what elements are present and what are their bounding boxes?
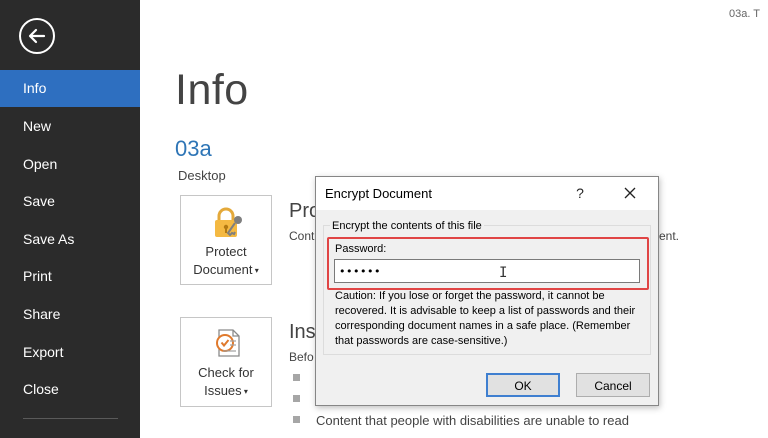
document-title: 03a. T <box>729 8 760 20</box>
back-button[interactable] <box>19 18 55 54</box>
encrypt-document-dialog: Encrypt Document ? Encrypt the contents … <box>315 176 659 406</box>
sidebar-divider <box>23 418 118 419</box>
caution-text: Caution: If you lose or forget the passw… <box>335 290 636 347</box>
bullet-icon <box>293 374 300 381</box>
check-for-issues-button[interactable]: Check for Issues ▾ <box>180 317 272 407</box>
protect-document-label-line1: Protect <box>205 244 247 259</box>
nav-item-info[interactable]: Info <box>0 70 140 107</box>
protect-document-button[interactable]: Protect Document ▾ <box>180 195 272 285</box>
protect-document-label-line2: Document <box>193 262 253 277</box>
inspect-bullet-text: Content that people with disabilities ar… <box>316 413 629 428</box>
page-title: Info <box>175 66 249 114</box>
protect-section-desc-tail: ent. <box>659 229 680 243</box>
cancel-button[interactable]: Cancel <box>576 373 650 397</box>
bullet-icon <box>293 395 300 402</box>
password-highlight-box <box>327 237 649 290</box>
lock-key-icon <box>215 207 242 237</box>
encrypt-group-label: Encrypt the contents of this file <box>330 220 484 232</box>
nav-item-save-as[interactable]: Save As <box>0 221 140 258</box>
close-button[interactable] <box>619 182 641 204</box>
dialog-title: Encrypt Document <box>325 186 432 201</box>
inspect-section-title: Ins <box>289 321 316 343</box>
dialog-titlebar: Encrypt Document ? <box>316 177 658 210</box>
close-icon <box>624 187 636 199</box>
check-for-issues-label-line2-wrap: Issues ▾ <box>181 382 271 400</box>
check-for-issues-label-line2: Issues <box>204 383 242 398</box>
nav-item-print[interactable]: Print <box>0 258 140 295</box>
back-arrow-icon <box>28 28 46 44</box>
backstage-sidebar: Info New Open Save Save As Print Share E… <box>0 0 140 438</box>
dropdown-caret-icon: ▾ <box>252 266 259 276</box>
nav-item-export[interactable]: Export <box>0 334 140 371</box>
protect-section-desc: Cont <box>289 229 315 243</box>
bullet-icon <box>293 416 300 423</box>
inspect-section-desc: Befo <box>289 350 314 364</box>
nav-item-share[interactable]: Share <box>0 296 140 333</box>
dropdown-caret-icon: ▾ <box>241 387 248 397</box>
ok-button[interactable]: OK <box>486 373 560 397</box>
document-name: 03a <box>175 136 212 161</box>
document-location: Desktop <box>178 168 226 183</box>
inspect-document-icon <box>216 329 240 357</box>
nav-item-open[interactable]: Open <box>0 146 140 183</box>
help-button[interactable]: ? <box>570 183 590 203</box>
nav-item-close[interactable]: Close <box>0 371 140 408</box>
nav-item-new[interactable]: New <box>0 108 140 145</box>
nav-item-save[interactable]: Save <box>0 183 140 220</box>
protect-document-label-line2-wrap: Document ▾ <box>181 261 271 279</box>
check-for-issues-label-line1: Check for <box>198 365 254 380</box>
